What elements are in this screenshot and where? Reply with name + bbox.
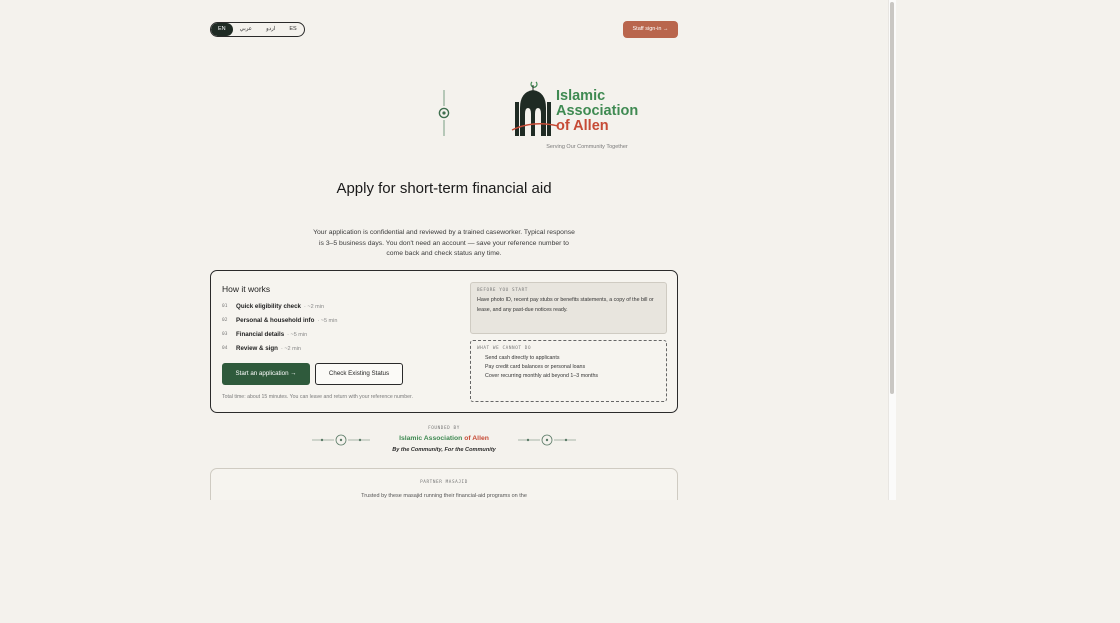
before-text: Have photo ID, recent pay stubs or benef… — [477, 297, 654, 313]
list-item: Cover recurring monthly aid beyond 1–3 m… — [485, 373, 599, 379]
mosque-logo-icon — [511, 81, 559, 136]
founded-caption: FOUNDED BY — [428, 426, 460, 431]
logo-line-2: Association — [556, 103, 639, 119]
lang-arabic[interactable]: عربي — [233, 23, 259, 36]
total-time-note: Total time: about 15 minutes. You can le… — [222, 394, 413, 400]
step-number: 01 — [222, 304, 228, 309]
founded-name-part: Islamic Association — [399, 435, 465, 442]
cannot-do-box: WHAT WE CANNOT DO Send cash directly to … — [470, 340, 667, 402]
founded-name-part: Allen — [472, 435, 489, 442]
cannot-list: Send cash directly to applicants Pay cre… — [477, 354, 660, 381]
blank-area — [896, 0, 1120, 623]
scrollbar-thumb[interactable] — [890, 2, 894, 394]
ornament-icon — [438, 90, 450, 136]
step-name: Financial details — [236, 331, 285, 338]
lang-urdu[interactable]: اردو — [259, 23, 282, 36]
step-number: 02 — [222, 318, 228, 323]
partner-text: Trusted by these masajid running their f… — [361, 493, 527, 499]
how-it-works-card: How it works 01 Quick eligibility check … — [210, 270, 678, 413]
page-viewport: EN عربي اردو ES Staff sign-in → Islamic … — [0, 0, 888, 500]
logo-line-3: of Allen — [556, 118, 609, 134]
step-duration: · ~2 min — [304, 303, 325, 310]
check-status-button[interactable]: Check Existing Status — [315, 363, 403, 385]
partner-masajid-card: PARTNER MASAJID Trusted by these masajid… — [210, 468, 678, 500]
lang-es[interactable]: ES — [282, 23, 303, 36]
step-name: Personal & household info — [236, 317, 315, 324]
how-it-works-title: How it works — [222, 284, 271, 294]
staff-signin-button[interactable]: Staff sign-in → — [623, 21, 678, 38]
list-item: Pay credit card balances or personal loa… — [485, 364, 586, 370]
before-you-start-box: BEFORE YOU START Have photo ID, recent p… — [470, 282, 667, 334]
step-number: 04 — [222, 346, 228, 351]
step-duration: · ~5 min — [317, 317, 338, 324]
logo-wordmark: Islamic Association of Allen — [556, 89, 638, 134]
before-caption: BEFORE YOU START — [477, 288, 528, 293]
founded-org-name: Islamic Association of Allen — [344, 435, 544, 442]
logo-tagline: Serving Our Community Together — [546, 144, 628, 150]
language-switcher: EN عربي اردو ES — [210, 22, 305, 37]
page-title: Apply for short-term financial aid — [336, 180, 552, 197]
founded-tagline: By the Community, For the Community — [392, 447, 496, 453]
list-item: Send cash directly to applicants — [485, 355, 560, 361]
step-number: 03 — [222, 332, 228, 337]
lang-en[interactable]: EN — [211, 23, 233, 36]
step-name: Quick eligibility check — [236, 303, 301, 310]
logo-line-1: Islamic — [556, 88, 606, 104]
intro-text: Your application is confidential and rev… — [313, 229, 575, 257]
step-item: 01 Quick eligibility check · ~2 min — [222, 303, 324, 310]
cannot-caption: WHAT WE CANNOT DO — [477, 346, 532, 351]
start-application-button[interactable]: Start an application → — [222, 363, 310, 385]
step-duration: · ~5 min — [287, 331, 308, 338]
step-item: 02 Personal & household info · ~5 min — [222, 317, 337, 324]
step-duration: · ~2 min — [280, 345, 301, 352]
step-item: 03 Financial details · ~5 min — [222, 331, 307, 338]
partner-caption: PARTNER MASAJID — [420, 480, 468, 485]
divider-ornament-icon — [518, 434, 576, 446]
step-name: Review & sign — [236, 345, 278, 352]
step-item: 04 Review & sign · ~2 min — [222, 345, 301, 352]
